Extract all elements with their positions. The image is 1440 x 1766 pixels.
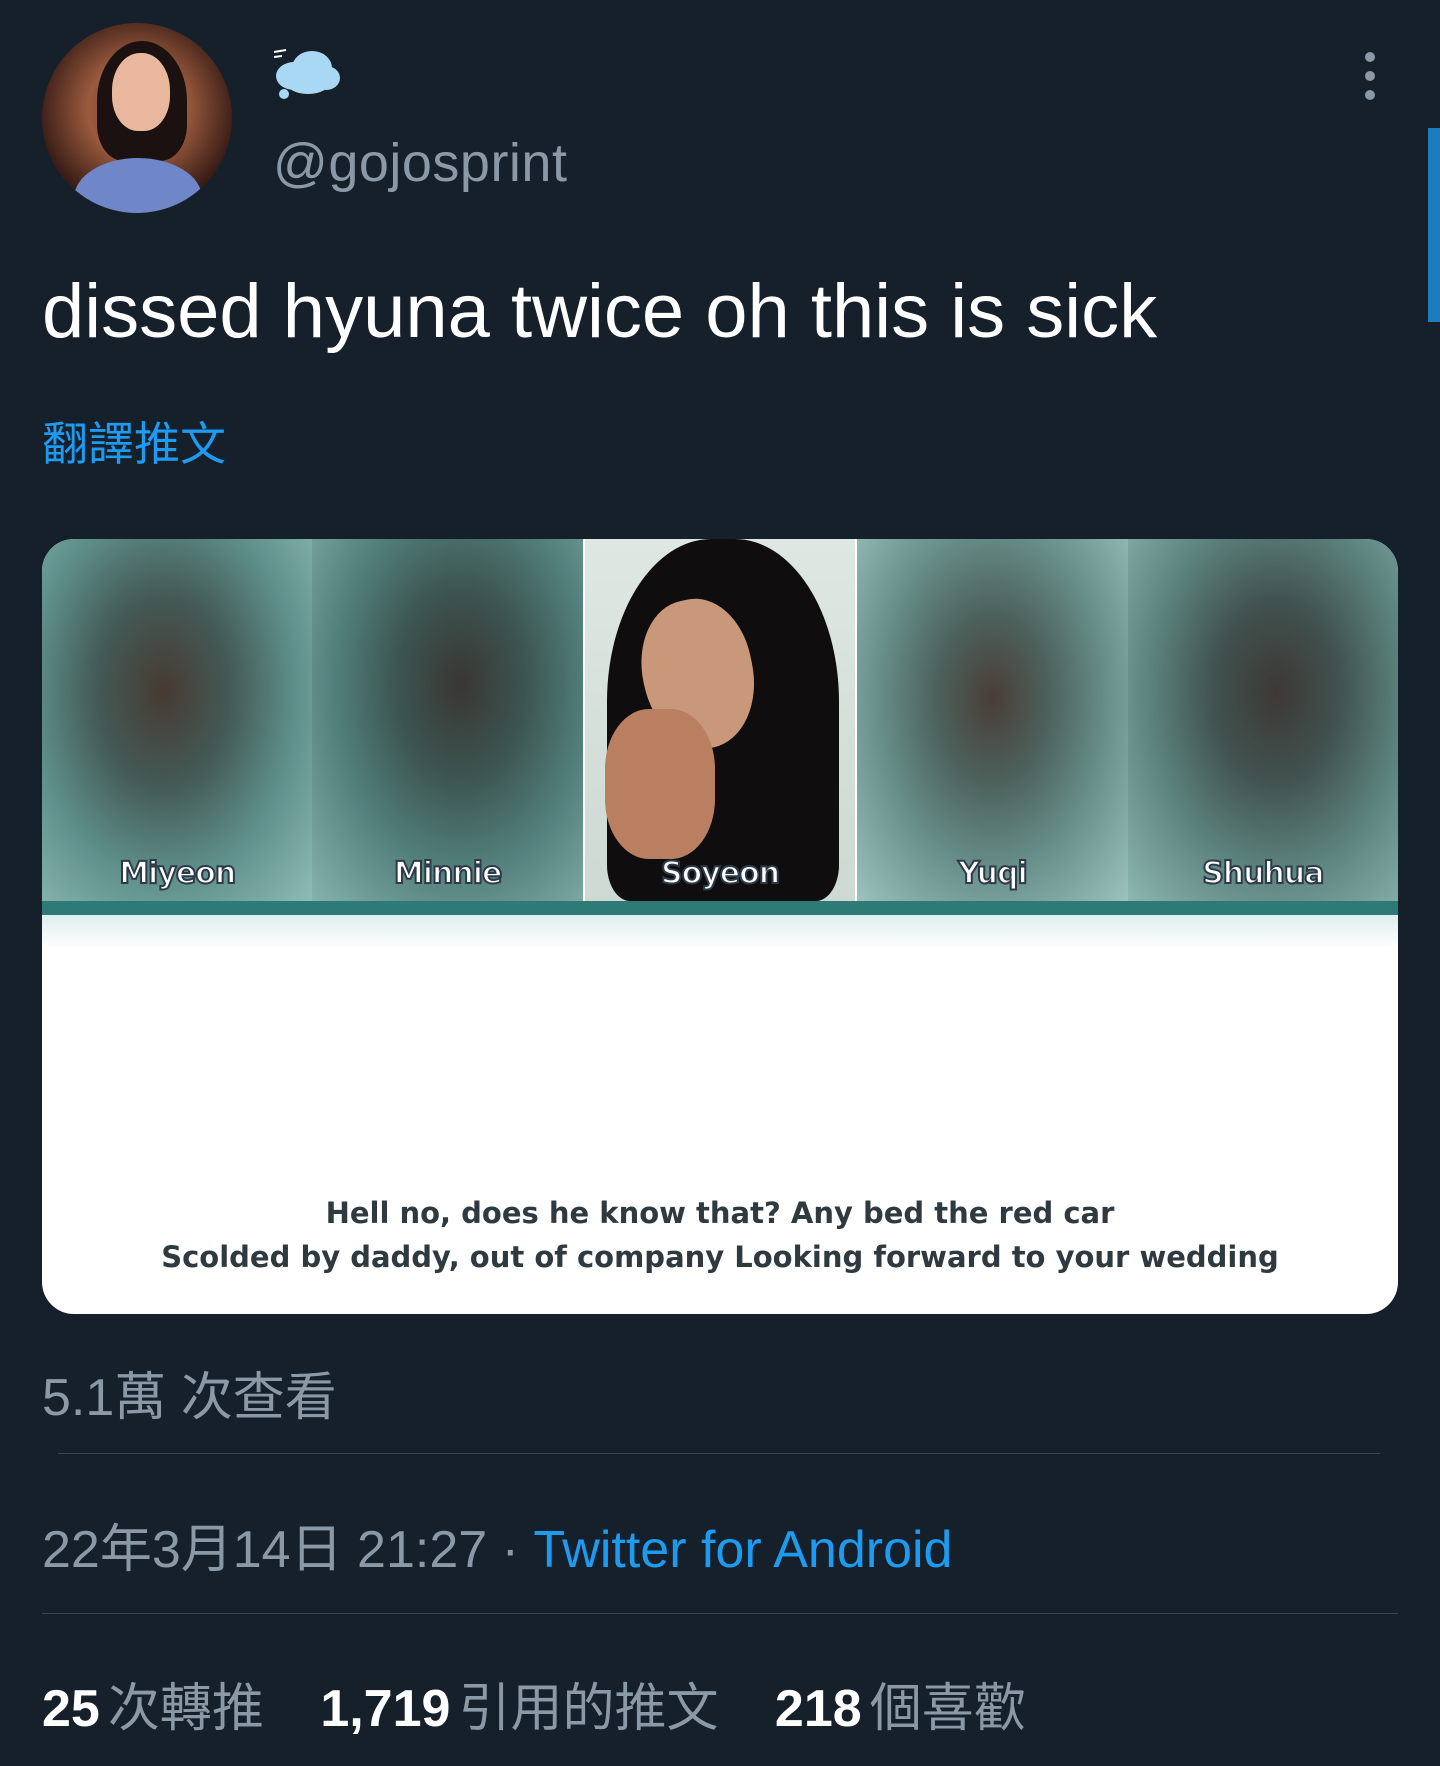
timestamp-text[interactable]: 22年3月14日 21:27: [42, 1521, 487, 1579]
likes-label: 個喜歡: [869, 1680, 1026, 1738]
quotes-label: 引用的推文: [458, 1680, 719, 1738]
retweets-count: 25: [42, 1680, 100, 1738]
member-panel: Shuhua: [1127, 539, 1398, 901]
lyrics-line: Scolded by daddy, out of company Looking…: [161, 1240, 1279, 1274]
avatar-face: [112, 53, 170, 131]
cloud-icon: [273, 49, 340, 99]
member-panel: Minnie: [312, 539, 583, 901]
member-strip-divider: [42, 901, 1398, 915]
tweet-timestamp: 22年3月14日 21:27 · Twitter for Android: [42, 1507, 952, 1582]
tweet-text: dissed hyuna twice oh this is sick: [42, 269, 1158, 354]
tweet-media-image[interactable]: Miyeon Minnie Soyeon Yuqi Shuhua Hell no…: [42, 539, 1398, 1314]
member-label: Soyeon: [660, 855, 781, 892]
likes-count: 218: [774, 1680, 862, 1738]
scrollbar[interactable]: [1428, 128, 1440, 322]
member-strip: Miyeon Minnie Soyeon Yuqi Shuhua: [42, 539, 1398, 901]
source-link[interactable]: Twitter for Android: [533, 1521, 952, 1579]
translate-tweet-link[interactable]: 翻譯推文: [42, 408, 226, 474]
lyrics-subtitles: Hell no, does he know that? Any bed the …: [42, 1191, 1398, 1279]
divider: [42, 1613, 1398, 1614]
member-panel-highlighted: Soyeon: [584, 539, 856, 901]
author-handle[interactable]: @gojosprint: [273, 132, 567, 194]
avatar-dress: [74, 158, 202, 213]
media-fade: [42, 915, 1398, 949]
more-vertical-icon[interactable]: [1360, 52, 1380, 108]
lyrics-line: Hell no, does he know that? Any bed the …: [325, 1196, 1115, 1230]
retweets-stat[interactable]: 25 次轉推: [42, 1666, 264, 1741]
quotes-stat[interactable]: 1,719 引用的推文: [320, 1666, 718, 1741]
retweets-label: 次轉推: [107, 1680, 264, 1738]
member-label: Yuqi: [957, 855, 1029, 892]
divider: [58, 1453, 1380, 1454]
avatar[interactable]: [42, 23, 232, 213]
quotes-count: 1,719: [320, 1680, 451, 1738]
tweet-detail: @gojosprint dissed hyuna twice oh this i…: [0, 0, 1440, 1766]
member-panel: Miyeon: [42, 539, 313, 901]
engagement-stats: 25 次轉推 1,719 引用的推文 218 個喜歡: [42, 1666, 1068, 1741]
member-label: Minnie: [393, 855, 503, 892]
separator-dot: ·: [487, 1521, 534, 1579]
member-label: Shuhua: [1201, 855, 1325, 892]
view-count: 5.1萬 次查看: [42, 1369, 337, 1427]
member-panel: Yuqi: [857, 539, 1128, 901]
likes-stat[interactable]: 218 個喜歡: [775, 1666, 1026, 1741]
member-photo-hand: [604, 709, 715, 859]
member-label: Miyeon: [118, 855, 237, 892]
